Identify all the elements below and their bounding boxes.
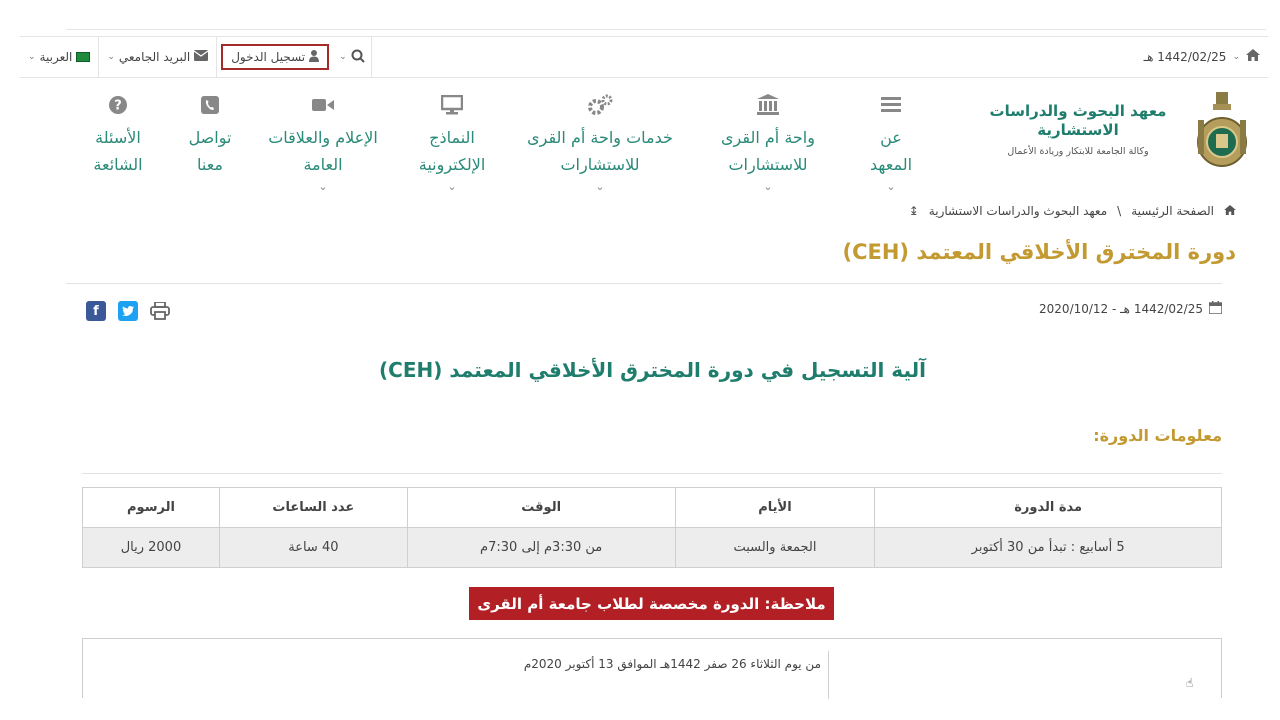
monitor-icon xyxy=(404,92,500,118)
login-label: تسجيل الدخول xyxy=(231,50,306,64)
nav-item-about[interactable]: عن المعهد ⌄ xyxy=(858,92,924,193)
language-label: العربية xyxy=(39,50,73,64)
nav-label: عن المعهد xyxy=(869,128,913,174)
chevron-down-icon: ⌄ xyxy=(763,180,773,193)
content-heading: آلية التسجيل في دورة المخترق الأخلاقي ال… xyxy=(379,358,926,382)
course-info-table: مدة الدورة الأيام الوقت عدد الساعات الرس… xyxy=(82,487,1222,568)
search-icon xyxy=(351,49,365,66)
nav-item-faq[interactable]: ? الأسئلة الشائعة xyxy=(80,92,156,178)
table-cell: من 3:30م إلى 7:30م xyxy=(406,527,676,568)
gears-icon xyxy=(520,92,680,118)
table-header-row: مدة الدورة الأيام الوقت عدد الساعات الرس… xyxy=(82,487,1222,528)
breadcrumb-separator: \ xyxy=(1117,204,1122,218)
envelope-icon xyxy=(193,50,209,64)
user-icon xyxy=(309,49,320,65)
top-bar: ⌄ 1442/02/25 هـ العربية ⌄ البريد الجامعي… xyxy=(20,36,1268,78)
phone-icon xyxy=(178,92,242,118)
registration-detail-box: من يوم الثلاثاء 26 صفر 1442هـ الموافق 13… xyxy=(82,638,1222,699)
flag-icon xyxy=(76,52,91,62)
chevron-down-icon: ⌄ xyxy=(28,52,36,62)
home-icon[interactable] xyxy=(1246,49,1260,65)
calendar-icon xyxy=(1208,301,1223,317)
chevron-down-icon[interactable]: ⌄ xyxy=(1232,52,1240,62)
mouse-cursor-icon: ☝ xyxy=(1186,676,1194,690)
table-cell: 2000 ريال xyxy=(82,527,220,568)
table-header: الوقت xyxy=(406,487,676,528)
date-text: 1442/02/25 هـ - 2020/10/12 xyxy=(1039,302,1203,316)
nav-label: واحة أم القرى للاستشارات xyxy=(721,128,815,174)
nav-item-contact[interactable]: تواصل معنا xyxy=(178,92,242,178)
nav-label: الأسئلة الشائعة xyxy=(93,128,143,174)
divider xyxy=(66,283,1222,284)
table-header: مدة الدورة xyxy=(874,487,1222,528)
share-buttons: f xyxy=(86,301,170,321)
hijri-date: 1442/02/25 هـ xyxy=(1143,50,1227,64)
registration-date-text: من يوم الثلاثاء 26 صفر 1442هـ الموافق 13… xyxy=(523,657,821,671)
table-row: 5 أسابيع : تبدأ من 30 أكتوبر الجمعة والس… xyxy=(82,527,1222,568)
topbar-date-group: ⌄ 1442/02/25 هـ xyxy=(1144,37,1260,77)
institution-icon xyxy=(700,92,836,118)
nav-label: النماذج الإلكترونية xyxy=(418,128,486,174)
university-mail-menu[interactable]: البريد الجامعي ⌄ xyxy=(99,37,216,77)
topbar-actions: العربية ⌄ البريد الجامعي ⌄ تسجيل الدخول … xyxy=(20,37,372,77)
divider xyxy=(82,473,1222,474)
eligibility-note: ملاحظة: الدورة مخصصة لطلاب جامعة أم القر… xyxy=(469,587,834,620)
chevron-down-icon: ⌄ xyxy=(447,180,457,193)
breadcrumb-current: معهد البحوث والدراسات الاستشارية xyxy=(928,204,1108,218)
home-icon[interactable] xyxy=(1224,204,1236,218)
table-cell: الجمعة والسبت xyxy=(674,527,876,568)
search-toggle[interactable]: ⌄ xyxy=(333,37,371,77)
chevron-down-icon: ⌄ xyxy=(886,180,896,193)
twitter-icon[interactable] xyxy=(118,301,138,321)
table-header: الأيام xyxy=(674,487,876,528)
video-camera-icon xyxy=(266,92,380,118)
nav-label: خدمات واحة أم القرى للاستشارات xyxy=(527,128,673,174)
mail-label: البريد الجامعي xyxy=(118,50,191,64)
login-button[interactable]: تسجيل الدخول xyxy=(221,44,330,70)
divider xyxy=(370,37,372,77)
top-rule xyxy=(66,29,1266,30)
breadcrumb-home-link[interactable]: الصفحة الرئيسية xyxy=(1131,204,1214,218)
nav-label: تواصل معنا xyxy=(188,128,232,174)
breadcrumb: الصفحة الرئيسية \ معهد البحوث والدراسات … xyxy=(909,204,1236,218)
divider xyxy=(216,37,218,77)
nav-item-e-forms[interactable]: النماذج الإلكترونية ⌄ xyxy=(404,92,500,193)
chevron-down-icon: ⌄ xyxy=(318,180,328,193)
svg-text:?: ? xyxy=(114,99,122,114)
nav-label: الإعلام والعلاقات العامة xyxy=(268,128,378,174)
publish-date: 1442/02/25 هـ - 2020/10/12 xyxy=(1039,301,1223,317)
nav-item-media-pr[interactable]: الإعلام والعلاقات العامة ⌄ xyxy=(266,92,380,193)
chevron-down-icon: ⌄ xyxy=(339,52,347,62)
table-header: الرسوم xyxy=(82,487,220,528)
table-cell: 40 ساعة xyxy=(218,527,408,568)
section-label: معلومات الدورة: xyxy=(1093,426,1222,445)
nav-item-oasis-services[interactable]: خدمات واحة أم القرى للاستشارات ⌄ xyxy=(520,92,680,193)
facebook-icon[interactable]: f xyxy=(86,301,106,321)
page-title: دورة المخترق الأخلاقي المعتمد (CEH) xyxy=(842,240,1236,264)
nav-item-consulting-oasis[interactable]: واحة أم القرى للاستشارات ⌄ xyxy=(700,92,836,193)
text-direction-icon: ↨ xyxy=(908,204,919,218)
list-icon xyxy=(858,92,924,118)
table-header: عدد الساعات xyxy=(218,487,408,528)
table-cell: 5 أسابيع : تبدأ من 30 أكتوبر xyxy=(874,527,1222,568)
chevron-down-icon: ⌄ xyxy=(595,180,605,193)
chevron-down-icon: ⌄ xyxy=(107,52,115,62)
question-icon: ? xyxy=(80,92,156,118)
print-icon[interactable] xyxy=(150,301,170,321)
divider xyxy=(828,651,829,699)
language-selector[interactable]: العربية ⌄ xyxy=(20,37,98,77)
